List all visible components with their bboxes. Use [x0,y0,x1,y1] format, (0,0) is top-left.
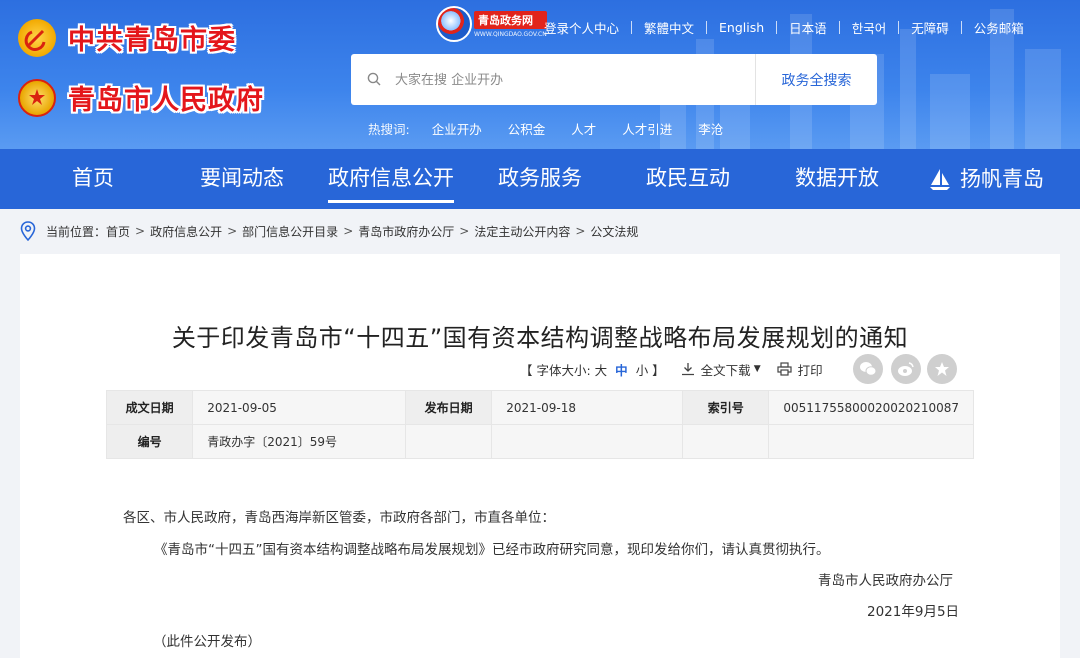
meta-value: 2021-09-18 [491,390,684,425]
nav-yangfan-label: 扬帆青岛 [960,167,1044,191]
location-pin-icon [20,221,36,241]
fontsize-medium-button[interactable]: 中 [615,360,628,379]
breadcrumb-item[interactable]: 公文法规 [590,223,638,240]
logo-gov-text: 青岛市人民政府 [68,85,264,116]
fontsize-large-button[interactable]: 【 字体大小: 大 [520,360,607,379]
breadcrumb-separator: > [135,224,146,238]
globe-icon [436,6,472,42]
meta-value: 青政办字〔2021〕59号 [192,424,407,459]
breadcrumb-separator: > [459,224,470,238]
meta-key: 索引号 [682,390,770,425]
hot-word[interactable]: 李沧 [698,119,723,138]
breadcrumb-item[interactable]: 法定主动公开内容 [474,223,570,240]
link-official-mail[interactable]: 公务邮箱 [974,18,1024,37]
search-input[interactable] [395,68,735,92]
meta-key: 发布日期 [405,390,493,425]
portal-name: 青岛政务网 [474,10,547,29]
wechat-share-icon[interactable] [853,354,883,384]
article-title: 关于印发青岛市“十四五”国有资本结构调整战略布局发展规划的通知 [171,324,909,352]
meta-value: 2021-09-05 [192,390,407,425]
meta-empty [768,424,974,459]
meta-key: 编号 [105,424,194,459]
hot-word[interactable]: 人才引进 [622,119,672,138]
weibo-share-icon[interactable] [891,354,921,384]
sailboat-icon [930,169,950,190]
logo-party-text: 中共青岛市委 [68,25,236,56]
printer-icon [777,362,792,376]
link-traditional-chinese[interactable]: 繁體中文 [644,18,694,37]
logo-party[interactable]: 中共青岛市委 [18,18,236,57]
nav-interaction[interactable]: 政民互动 [646,149,730,209]
breadcrumb-separator: > [343,224,354,238]
hot-words: 热搜词: 企业开办 公积金 人才 人才引进 李沧 [368,119,749,138]
meta-key: 成文日期 [105,390,194,425]
site-header: 中共青岛市委 青岛市人民政府 青岛政务网 WWW.QINGDAO.GOV.CN … [0,0,1080,149]
breadcrumb-item[interactable]: 首页 [106,223,130,240]
nav-news[interactable]: 要闻动态 [200,149,284,209]
link-english[interactable]: English [719,20,764,35]
meta-empty [491,424,684,459]
print-button[interactable]: 打印 [777,360,823,379]
nav-gov-info[interactable]: 政府信息公开 [328,149,454,209]
top-links: 登录个人中心 繁體中文 English 日本语 한국어 无障碍 公务邮箱 [544,18,1024,37]
download-label: 全文下载 [700,362,751,378]
meta-value: 00511755800020020210087 [768,390,974,425]
link-login[interactable]: 登录个人中心 [544,18,619,37]
search-icon [367,72,381,86]
download-button[interactable]: 全文下载 ▼ [681,360,761,379]
meta-empty [405,424,493,459]
breadcrumb-label: 当前位置： [46,224,107,239]
article-tools: 【 字体大小: 大 中 小 】 全文下载 ▼ 打印 [520,358,823,380]
nav-services[interactable]: 政务服务 [498,149,582,209]
nav-open-data[interactable]: 数据开放 [795,149,879,209]
link-korean[interactable]: 한국어 [852,18,887,37]
breadcrumb-item[interactable]: 青岛市政府办公厅 [358,223,454,240]
breadcrumb-separator: > [575,224,586,238]
portal-logo[interactable]: 青岛政务网 WWW.QINGDAO.GOV.CN [436,6,547,42]
nav-yangfan[interactable]: 扬帆青岛 [928,149,1044,209]
search-box: 政务全搜索 [351,54,877,105]
table-row: 成文日期 2021-09-05 发布日期 2021-09-18 索引号 0051… [105,390,974,425]
main-paragraph: 《青岛市“十四五”国有资本结构调整战略布局发展规划》已经市政府研究同意，现印发给… [154,542,830,558]
portal-url: WWW.QINGDAO.GOV.CN [474,30,547,38]
party-emblem-icon [18,18,56,57]
hot-word[interactable]: 人才 [571,119,596,138]
hot-word[interactable]: 企业开办 [432,119,482,138]
logo-gov[interactable]: 青岛市人民政府 [18,78,264,117]
doc-meta-table: 成文日期 2021-09-05 发布日期 2021-09-18 索引号 0051… [105,390,974,459]
article-panel: 关于印发青岛市“十四五”国有资本结构调整战略布局发展规划的通知 【 字体大小: … [20,254,1060,658]
fontsize-small-button[interactable]: 小 】 [636,360,665,379]
nav-home[interactable]: 首页 [72,149,114,209]
breadcrumb-item[interactable]: 政府信息公开 [150,223,222,240]
breadcrumb-separator: > [227,224,238,238]
breadcrumb-item[interactable]: 部门信息公开目录 [242,223,338,240]
download-icon [681,363,694,376]
caret-down-icon: ▼ [753,364,761,374]
main-nav: 首页 要闻动态 政府信息公开 政务服务 政民互动 数据开放 扬帆青岛 [0,149,1080,209]
link-accessibility[interactable]: 无障碍 [911,18,949,37]
sign-date: 2021年9月5日 [867,604,960,620]
search-button[interactable]: 政务全搜索 [756,54,877,105]
recipients-line: 各区、市人民政府，青岛西海岸新区管委，市政府各部门，市直各单位： [123,510,555,526]
favorite-star-icon[interactable] [927,354,957,384]
meta-empty [682,424,770,459]
hot-word[interactable]: 公积金 [508,119,546,138]
national-emblem-icon [18,78,56,117]
signer: 青岛市人民政府办公厅 [818,573,953,589]
hot-words-label: 热搜词: [368,122,410,137]
print-label: 打印 [797,362,823,378]
link-japanese[interactable]: 日本语 [789,18,827,37]
table-row: 编号 青政办字〔2021〕59号 [105,424,974,459]
breadcrumb: 当前位置： 首页 > 政府信息公开 > 部门信息公开目录 > 青岛市政府办公厅 … [20,220,638,242]
publish-note: （此件公开发布） [153,634,261,650]
